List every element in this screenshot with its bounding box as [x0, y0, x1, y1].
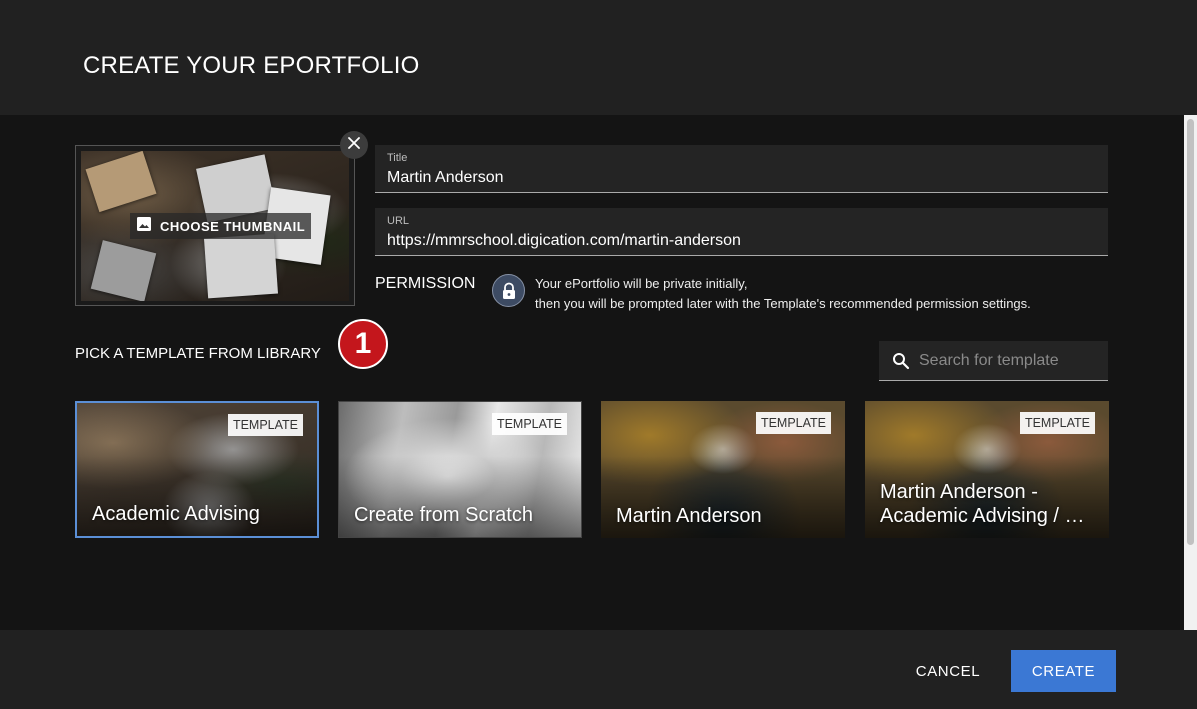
- image-icon: [136, 216, 152, 237]
- template-search-input[interactable]: Search for template: [879, 341, 1108, 381]
- create-eportfolio-dialog: CREATE YOUR EPORTFOLIO CHOOSE THUMBNAIL …: [0, 0, 1197, 709]
- choose-thumbnail-label: CHOOSE THUMBNAIL: [160, 218, 306, 234]
- template-card-martin-anderson-academic-advising[interactable]: TEMPLATE Martin Anderson - Academic Advi…: [865, 401, 1109, 538]
- template-name: Academic Advising: [92, 503, 260, 525]
- lock-icon: [492, 274, 525, 307]
- title-field[interactable]: Title Martin Anderson: [375, 145, 1108, 193]
- title-field-label: Title: [387, 152, 408, 164]
- dialog-header: CREATE YOUR EPORTFOLIO: [0, 0, 1197, 115]
- template-card-academic-advising[interactable]: TEMPLATE Academic Advising: [75, 401, 319, 538]
- template-library-label: PICK A TEMPLATE FROM LIBRARY: [75, 345, 321, 362]
- template-tag: TEMPLATE: [227, 414, 303, 436]
- step-badge: 1: [338, 319, 388, 369]
- choose-thumbnail-button[interactable]: CHOOSE THUMBNAIL: [130, 213, 312, 239]
- template-name: Martin Anderson - Academic Advising / …: [880, 481, 1085, 527]
- dialog-title: CREATE YOUR EPORTFOLIO: [83, 52, 420, 79]
- scrollbar-thumb[interactable]: [1187, 119, 1194, 545]
- template-tag: TEMPLATE: [1019, 412, 1095, 434]
- permission-line-2: then you will be prompted later with the…: [535, 296, 1031, 311]
- template-name: Martin Anderson: [616, 505, 762, 527]
- title-field-value[interactable]: Martin Anderson: [387, 169, 504, 187]
- template-tag: TEMPLATE: [755, 412, 831, 434]
- scrollbar[interactable]: [1184, 115, 1197, 630]
- close-icon: [348, 136, 360, 154]
- create-button[interactable]: CREATE: [1011, 650, 1116, 692]
- search-placeholder: Search for template: [919, 352, 1059, 369]
- permission-line-1: Your ePortfolio will be private initiall…: [535, 276, 748, 291]
- cancel-button[interactable]: CANCEL: [903, 650, 993, 692]
- permission-description: Your ePortfolio will be private initiall…: [535, 274, 1031, 314]
- url-field[interactable]: URL https://mmrschool.digication.com/mar…: [375, 208, 1108, 256]
- remove-thumbnail-button[interactable]: [340, 131, 368, 159]
- template-card-martin-anderson[interactable]: TEMPLATE Martin Anderson: [601, 401, 845, 538]
- template-tag: TEMPLATE: [491, 413, 567, 435]
- url-field-label: URL: [387, 215, 410, 227]
- template-name: Create from Scratch: [354, 504, 533, 526]
- permission-label: PERMISSION: [375, 275, 476, 292]
- template-card-create-from-scratch[interactable]: TEMPLATE Create from Scratch: [338, 401, 582, 538]
- search-icon: [892, 352, 910, 375]
- url-field-value[interactable]: https://mmrschool.digication.com/martin-…: [387, 232, 741, 250]
